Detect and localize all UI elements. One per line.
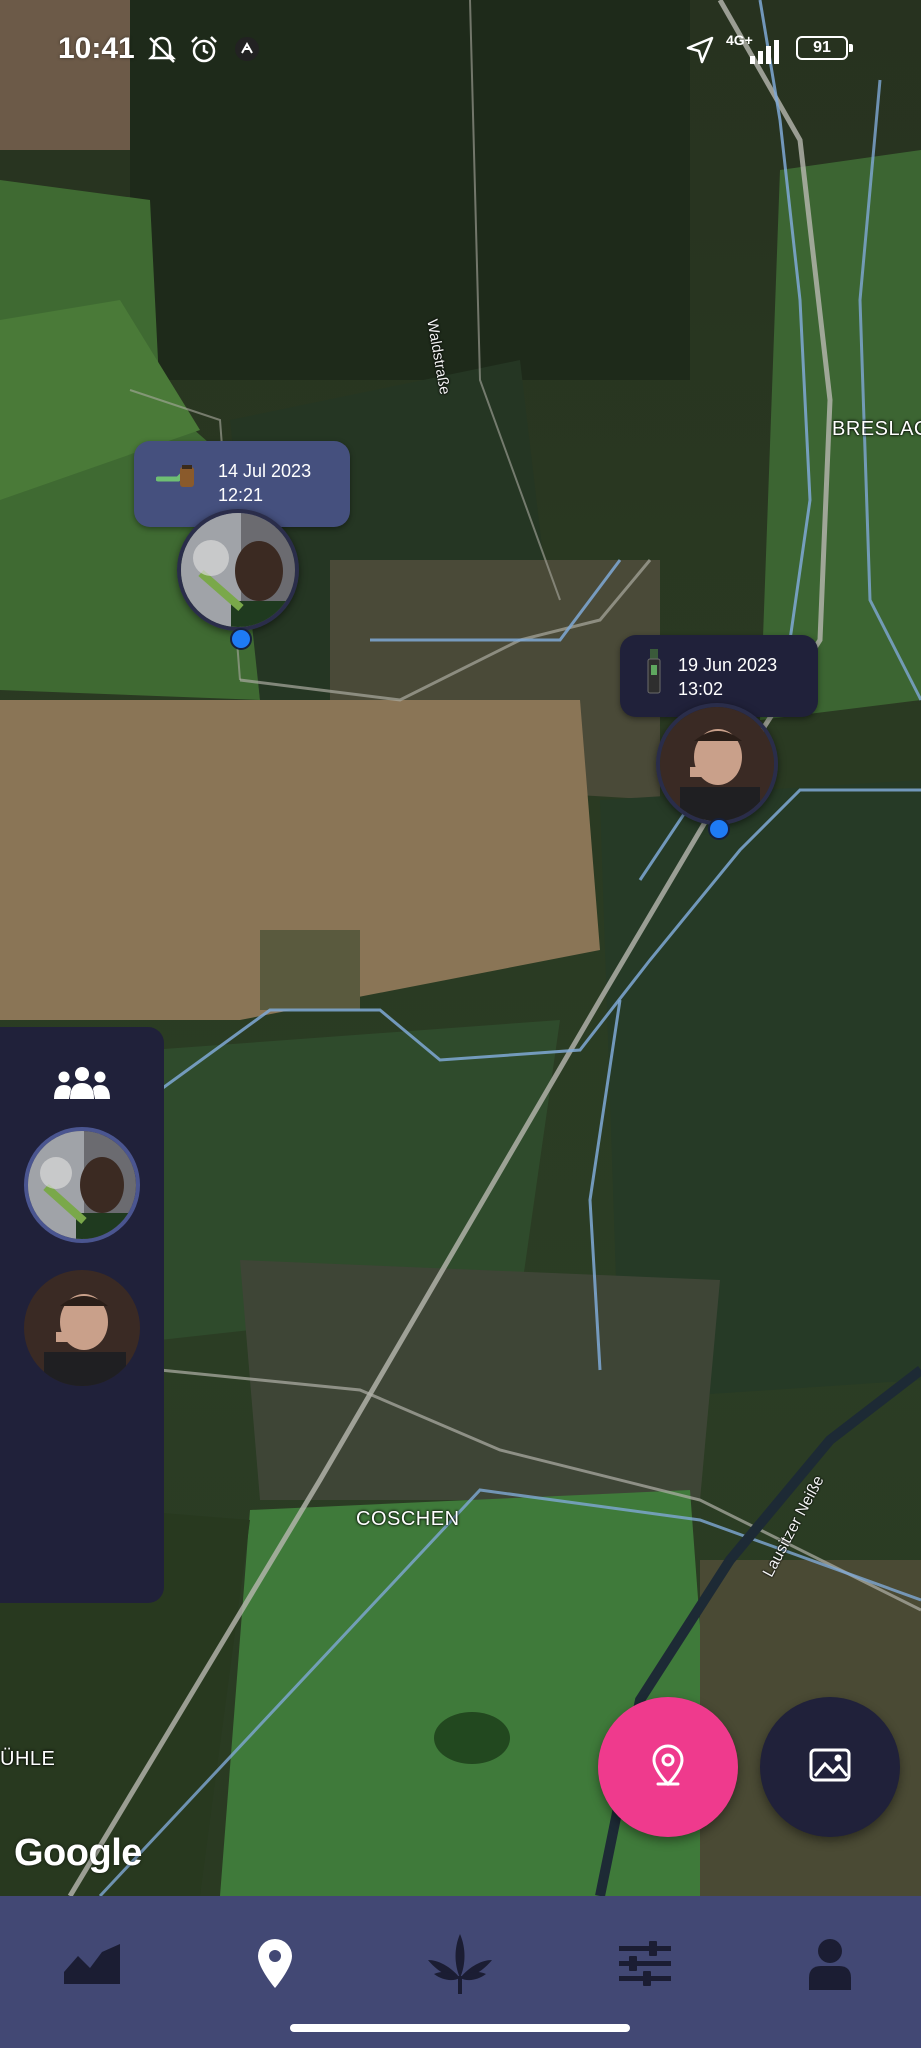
alarm-icon (188, 34, 220, 71)
vape-pen-icon (646, 649, 662, 700)
add-photo-button[interactable] (760, 1697, 900, 1837)
sliders-icon (619, 1940, 671, 1992)
marker-time: 12:21 (218, 485, 264, 505)
marker-date: 19 Jun 2023 (678, 655, 778, 675)
nav-strains[interactable] (420, 1926, 500, 2006)
location-arrow-icon (684, 34, 716, 71)
location-pin-icon (650, 1743, 686, 1792)
app-notification-icon (234, 36, 260, 67)
map-terrain (0, 0, 921, 1896)
map-marker-icon (256, 1938, 294, 1995)
marker-time: 13:02 (678, 679, 724, 699)
add-location-button[interactable] (598, 1697, 738, 1837)
user-profile-icon (807, 1938, 853, 1995)
home-indicator[interactable] (290, 2024, 630, 2032)
friend-avatar-1[interactable] (24, 1127, 140, 1243)
nav-profile[interactable] (790, 1926, 870, 2006)
battery-icon: 91 (796, 36, 853, 60)
chart-area-icon (62, 1942, 122, 1991)
friends-panel (0, 1027, 164, 1603)
mute-bell-icon (146, 34, 178, 71)
village-label-left: ÜHLE (0, 1748, 56, 1770)
status-time: 10:41 (58, 32, 135, 65)
village-label-breslac: BRESLAC (832, 418, 921, 440)
marker-avatar-2[interactable] (656, 703, 778, 825)
status-bar: 10:41 4G+ 91 (0, 0, 921, 100)
image-icon (809, 1748, 851, 1787)
signal-icon (748, 38, 784, 69)
marker-avatar-1[interactable] (177, 509, 299, 631)
google-logo: Google (14, 1832, 142, 1874)
location-dot-1 (230, 628, 252, 650)
group-icon[interactable] (52, 1065, 112, 1106)
nav-stats[interactable] (52, 1926, 132, 2006)
nav-settings[interactable] (605, 1926, 685, 2006)
friend-avatar-2[interactable] (24, 1270, 140, 1386)
nav-map[interactable] (235, 1926, 315, 2006)
cannabis-leaf-icon (424, 1932, 496, 2001)
pipe-icon (155, 461, 200, 496)
marker-date: 14 Jul 2023 (218, 461, 312, 481)
village-label-coschen: COSCHEN (356, 1508, 460, 1530)
satellite-map[interactable]: Waldstraße BRESLAC COSCHEN ÜHLE Lausitze… (0, 0, 921, 1896)
location-dot-2 (708, 818, 730, 840)
